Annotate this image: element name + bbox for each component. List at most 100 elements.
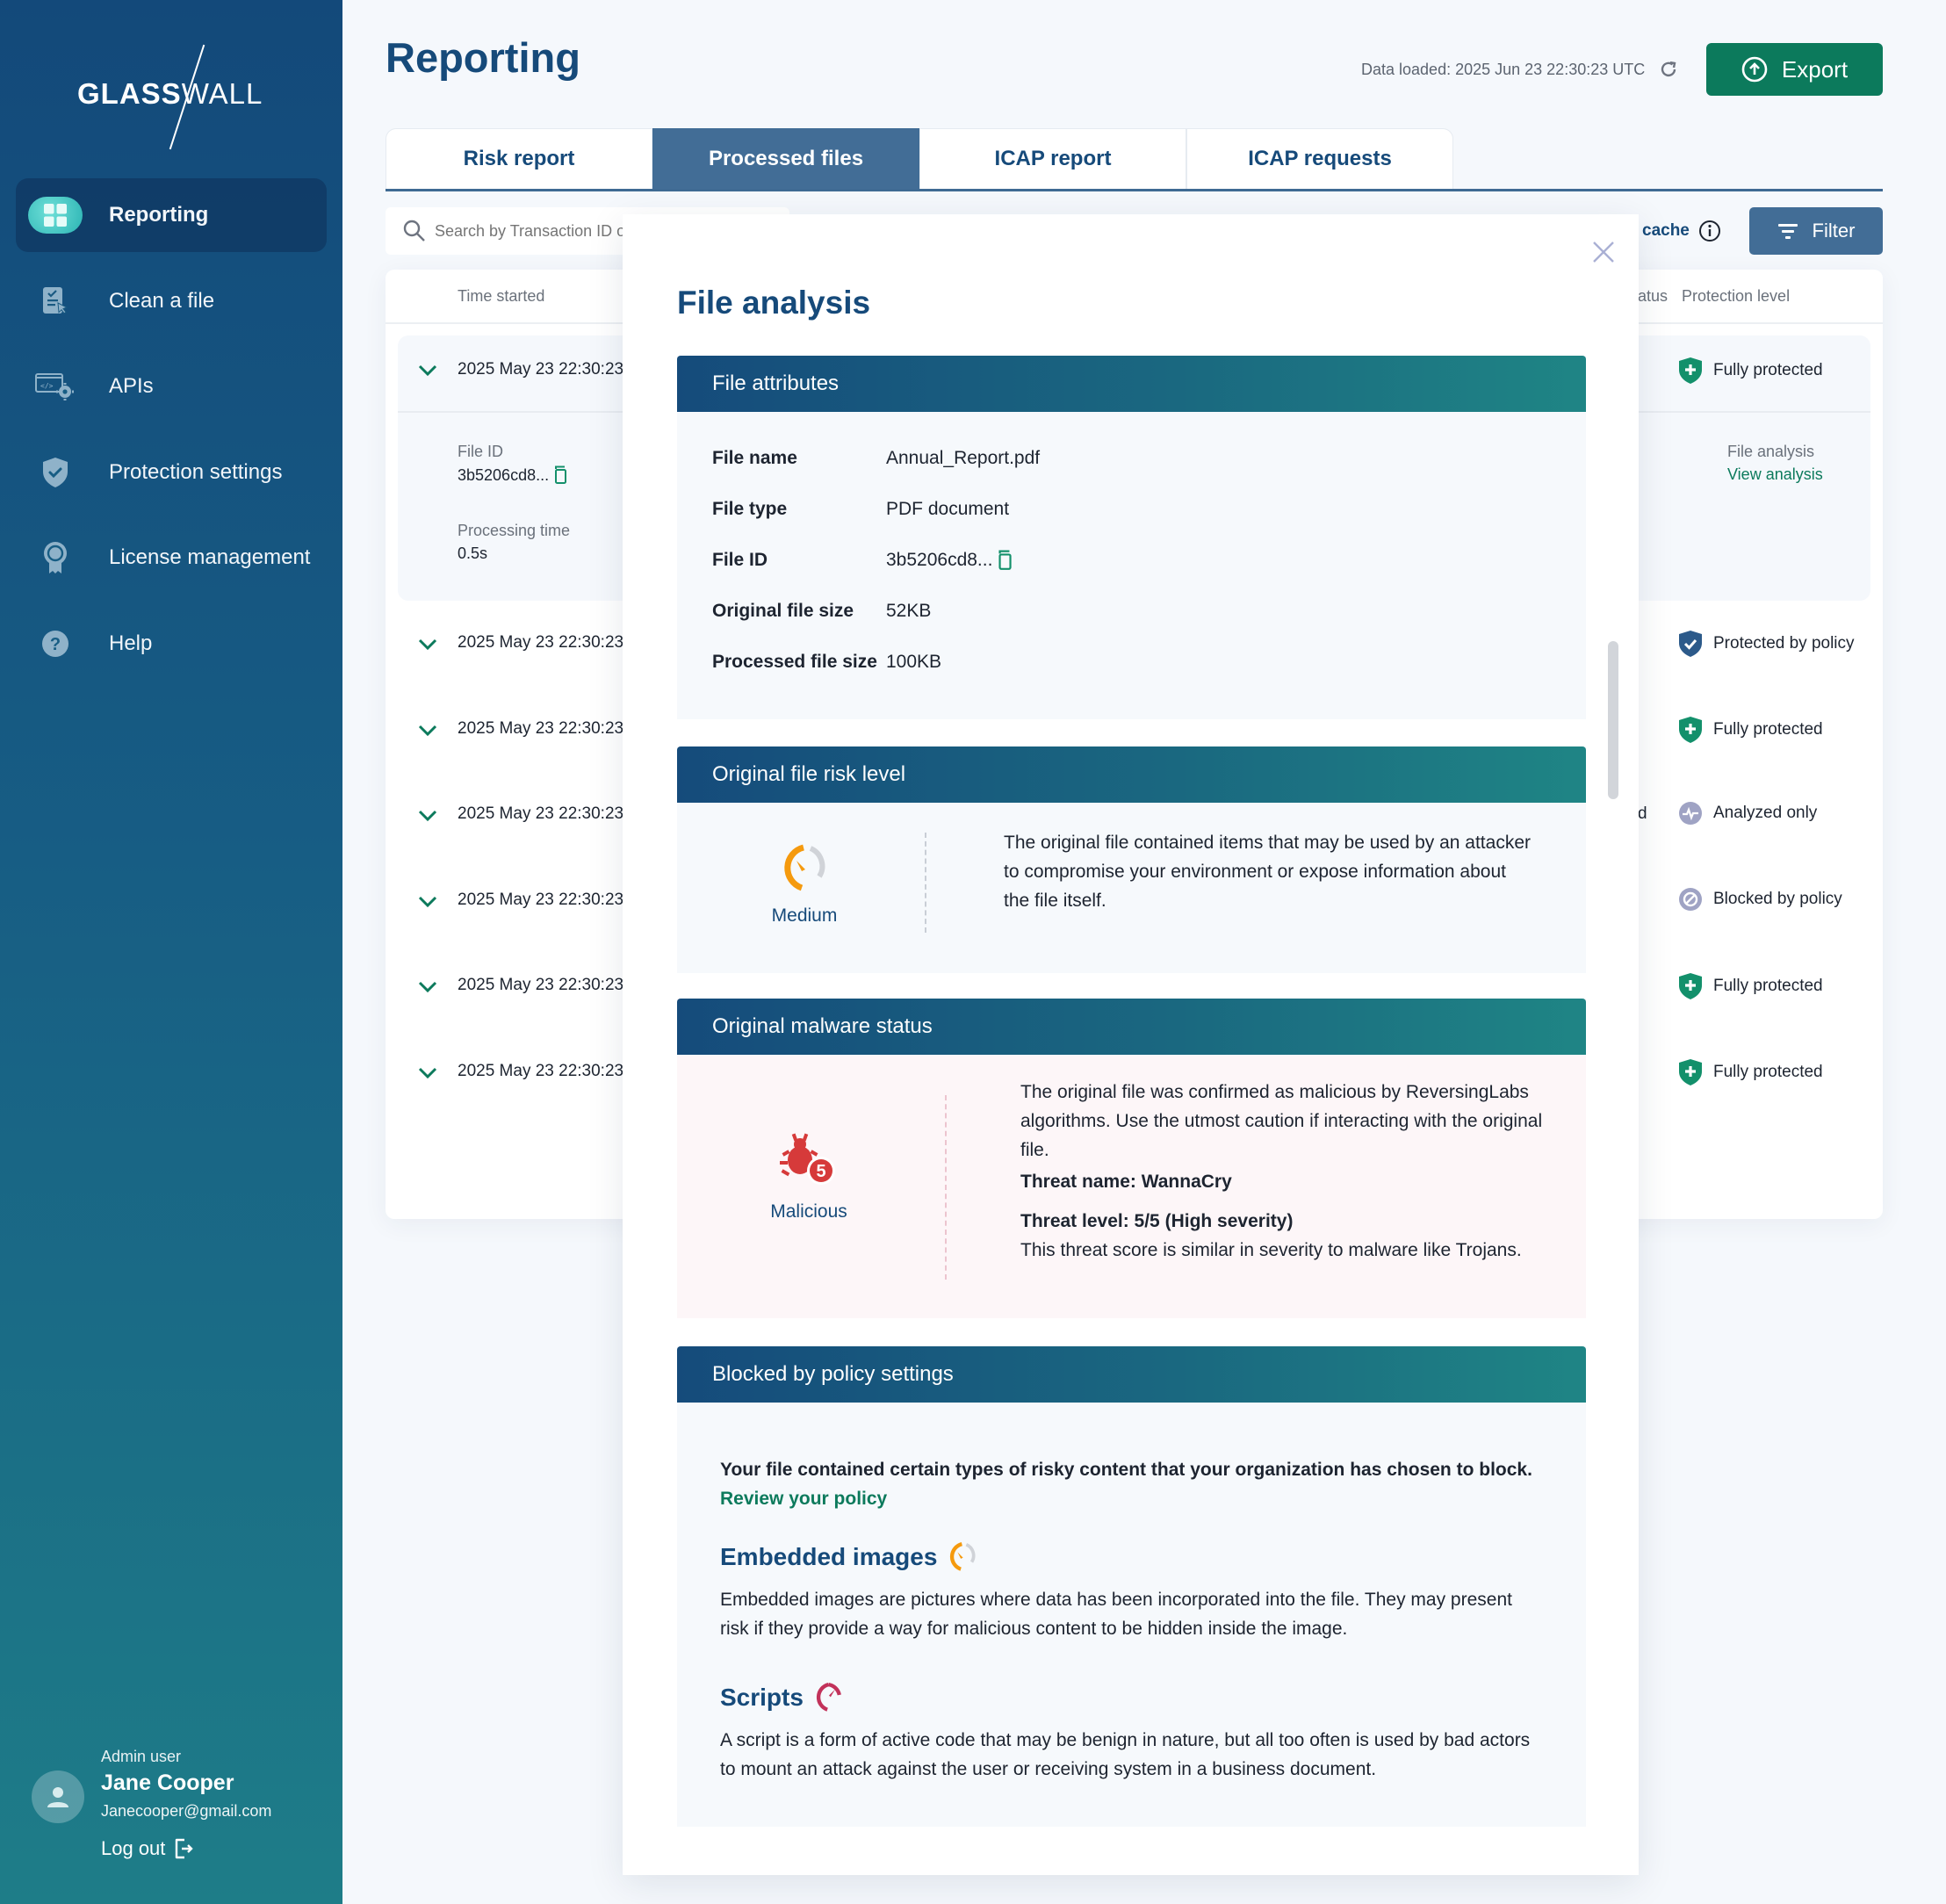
sidebar-item-apis[interactable]: </> APIs — [16, 350, 327, 423]
section-heading: Original file risk level — [677, 746, 1586, 803]
shield-check-icon — [1679, 631, 1702, 657]
cache-label: cache — [1642, 221, 1690, 240]
processing-time-value: 0.5s — [458, 545, 488, 562]
column-header-time-started[interactable]: Time started — [458, 287, 544, 306]
sidebar-nav: Reporting Clean a file </> APIs Protecti… — [16, 178, 327, 692]
risk-level-badge: Medium — [739, 843, 870, 927]
copy-icon[interactable] — [996, 550, 1013, 571]
sidebar-item-label: APIs — [109, 374, 154, 398]
chevron-down-icon[interactable] — [418, 725, 437, 737]
avatar[interactable] — [32, 1771, 84, 1823]
policy-item-name: Scripts — [720, 1684, 804, 1711]
chevron-down-icon[interactable] — [418, 810, 437, 822]
modal-scrollbar[interactable] — [1608, 641, 1618, 799]
view-analysis-link[interactable]: View analysis — [1727, 465, 1823, 484]
risk-description: The original file contained items that m… — [1004, 833, 1531, 911]
blocked-icon — [1679, 888, 1702, 911]
svg-text:?: ? — [50, 635, 61, 654]
sidebar-item-license-management[interactable]: License management — [16, 521, 327, 595]
api-settings-icon: </> — [28, 359, 83, 414]
malware-status-label: Malicious — [770, 1201, 847, 1222]
tab-processed-files[interactable]: Processed files — [652, 128, 919, 189]
medium-risk-gauge-icon — [950, 1541, 976, 1571]
tab-label: ICAP report — [994, 147, 1112, 170]
sidebar-item-label: Clean a file — [109, 288, 215, 313]
filter-label: Filter — [1812, 220, 1856, 242]
tab-label: Risk report — [463, 147, 575, 170]
data-loaded-text: Data loaded: 2025 Jun 23 22:30:23 UTC — [1361, 60, 1646, 78]
logout-icon — [176, 1838, 194, 1859]
tab-risk-report[interactable]: Risk report — [386, 128, 652, 189]
column-header-protection-level[interactable]: Protection level — [1682, 287, 1790, 306]
chevron-down-icon[interactable] — [418, 896, 437, 908]
file-analysis-modal: File analysis File attributes File name … — [623, 214, 1639, 1875]
column-header-status[interactable]: atus — [1638, 287, 1668, 306]
shield-plus-icon — [1679, 717, 1702, 743]
protection-label: Analyzed only — [1713, 804, 1818, 822]
chevron-down-icon[interactable] — [418, 364, 437, 377]
attribute-label: Original file size — [712, 601, 854, 621]
svg-text:</>: </> — [40, 382, 54, 390]
protection-label: Fully protected — [1713, 720, 1823, 739]
glasswall-logo[interactable]: GLASSWALL — [77, 42, 270, 150]
export-button[interactable]: Export — [1706, 43, 1883, 96]
sidebar-item-protection-settings[interactable]: Protection settings — [16, 436, 327, 509]
help-icon: ? — [28, 617, 83, 671]
chevron-down-icon[interactable] — [418, 1067, 437, 1079]
attribute-value: PDF document — [886, 499, 1010, 519]
severity-badge: 5 — [816, 1162, 825, 1181]
chevron-down-icon[interactable] — [418, 638, 437, 651]
sidebar: GLASSWALL Reporting Clean a file </> API… — [0, 0, 342, 1904]
attribute-label: File ID — [712, 550, 768, 570]
dashboard-grid-icon — [28, 197, 83, 234]
file-attributes-section: File attributes File name Annual_Report.… — [677, 356, 1586, 719]
status-value: d — [1638, 804, 1647, 823]
blocked-by-policy-section: Blocked by policy settings Your file con… — [677, 1346, 1586, 1827]
close-icon[interactable] — [1590, 239, 1617, 265]
protection-status: Analyzed only — [1678, 801, 1817, 826]
review-policy-link[interactable]: Review your policy — [720, 1484, 887, 1513]
row-time: 2025 May 23 22:30:23 — [458, 633, 624, 652]
refresh-icon[interactable] — [1659, 60, 1678, 79]
tab-icap-requests[interactable]: ICAP requests — [1186, 128, 1453, 189]
sidebar-item-label: Protection settings — [109, 459, 283, 484]
attribute-value: 52KB — [886, 601, 932, 621]
attribute-label: File name — [712, 448, 797, 468]
export-label: Export — [1781, 55, 1849, 83]
sidebar-item-help[interactable]: ? Help — [16, 607, 327, 681]
sidebar-item-label: License management — [109, 545, 311, 569]
shield-plus-icon — [1679, 973, 1702, 999]
file-id-text: 3b5206cd8... — [886, 550, 993, 570]
tab-label: ICAP requests — [1248, 147, 1392, 170]
sidebar-item-reporting[interactable]: Reporting — [16, 178, 327, 252]
pulse-icon — [1679, 802, 1702, 825]
malware-bug-icon: 5 — [780, 1133, 835, 1185]
protection-status: Fully protected — [1678, 716, 1823, 744]
info-icon[interactable] — [1698, 220, 1721, 242]
chevron-down-icon[interactable] — [418, 981, 437, 993]
upload-circle-icon — [1741, 56, 1768, 83]
malware-description: The original file was confirmed as malic… — [1020, 1082, 1543, 1160]
protection-label: Fully protected — [1713, 361, 1823, 379]
protection-status: Blocked by policy — [1678, 887, 1842, 912]
risk-level-section: Original file risk level Medium The orig… — [677, 746, 1586, 973]
filter-button[interactable]: Filter — [1749, 207, 1883, 255]
policy-intro: Your file contained certain types of ris… — [720, 1460, 1532, 1480]
sidebar-item-clean-a-file[interactable]: Clean a file — [16, 264, 327, 338]
protection-status: Fully protected — [1678, 357, 1823, 385]
cache-toggle[interactable]: cache — [1642, 220, 1721, 242]
shield-check-icon — [28, 445, 83, 500]
tab-icap-report[interactable]: ICAP report — [919, 128, 1186, 189]
row-time: 2025 May 23 22:30:23 — [458, 719, 624, 738]
filter-icon — [1777, 224, 1798, 239]
attribute-value: 100KB — [886, 652, 942, 672]
protection-status: Fully protected — [1678, 972, 1823, 1000]
logout-button[interactable]: Log out — [101, 1837, 194, 1860]
file-id-text: 3b5206cd8... — [458, 465, 550, 484]
shield-plus-icon — [1679, 357, 1702, 384]
copy-icon[interactable] — [552, 465, 568, 485]
threat-name: Threat name: WannaCry — [1020, 1172, 1232, 1192]
user-email: Janecooper@gmail.com — [101, 1802, 272, 1820]
user-icon — [47, 1787, 68, 1807]
row-time: 2025 May 23 22:30:23 — [458, 976, 624, 994]
